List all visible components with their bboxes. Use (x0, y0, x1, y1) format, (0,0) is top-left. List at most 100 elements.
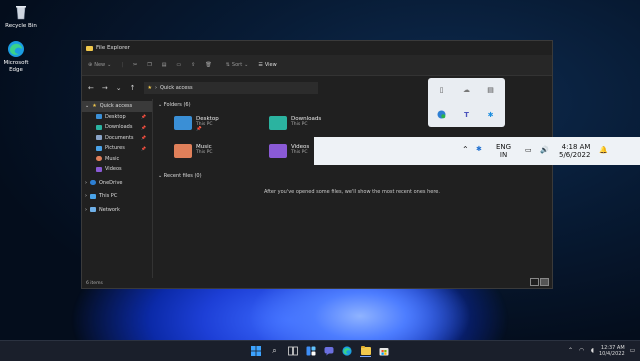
cut-icon[interactable]: ✂ (133, 62, 137, 68)
nav-label: This PC (99, 193, 118, 200)
nav-item-network[interactable]: › Network (82, 205, 152, 216)
view-button[interactable]: ☰ View (258, 62, 276, 68)
copy-icon[interactable]: ❐ (147, 62, 151, 68)
desktop-folder-icon (96, 114, 102, 120)
paste-icon[interactable]: ▤ (162, 62, 167, 68)
pin-icon: 📌 (141, 135, 146, 141)
volume-icon[interactable]: 🔊 (540, 146, 549, 154)
search-icon[interactable]: ⌕ (269, 345, 280, 356)
network-icon[interactable]: ▭ (525, 146, 532, 154)
pin-icon: 📌 (141, 124, 146, 130)
folder-icon (86, 45, 93, 51)
clock[interactable]: 4:18 AM 5/6/2022 (559, 143, 590, 159)
system-tray-zoom: ⌃ ✱ ENG IN ▭ 🔊 4:18 AM 5/6/2022 🔔 (314, 137, 640, 165)
nav-label: Music (105, 155, 120, 162)
notification-bell-icon[interactable]: 🔔 (599, 146, 608, 154)
language-indicator[interactable]: ENG IN (496, 143, 511, 159)
edge-label: Microsoft Edge (3, 60, 29, 73)
bluetooth-icon[interactable]: ✱ (485, 109, 496, 120)
start-button[interactable] (250, 345, 261, 356)
nav-label: Pictures (105, 145, 125, 152)
nav-label: OneDrive (99, 179, 123, 186)
tiles-view-icon[interactable] (540, 278, 549, 286)
edge-desktop-icon[interactable]: Microsoft Edge (0, 40, 37, 74)
file-explorer-taskbar-icon[interactable] (360, 345, 371, 357)
window-title: File Explorer (96, 45, 130, 51)
view-label: View (264, 62, 277, 68)
security-shield-icon[interactable] (436, 109, 447, 120)
folder-tile-desktop[interactable]: Desktop This PC 📌 (174, 116, 219, 132)
nav-item-quick-access[interactable]: ⌄ ★ Quick access (82, 101, 152, 112)
folder-tile-downloads[interactable]: Downloads This PC (269, 116, 321, 130)
task-view-icon[interactable] (287, 345, 298, 356)
up-icon[interactable]: ↑ (130, 84, 136, 92)
expand-chevron-icon: › (85, 179, 87, 186)
show-hidden-icons-chevron-icon[interactable]: ⌃ (462, 145, 469, 154)
folder-tile-music[interactable]: Music This PC (174, 144, 212, 158)
details-view-icon[interactable] (530, 278, 539, 286)
show-hidden-icons-icon[interactable]: ⌃ (565, 345, 576, 356)
desktop-folder-icon (174, 116, 192, 130)
rename-icon[interactable]: ▭ (176, 62, 181, 68)
taskbar-clock[interactable]: 12:37 AM 10/4/2022 (599, 345, 625, 357)
taskbar: ⌕ ⌃ ◠ ◖ 12:37 AM 10/4/2022 ▭ (0, 340, 640, 361)
hidden-icons-flyout: ▯ ☁ ▤ T ✱ (428, 78, 505, 127)
microsoft-store-icon[interactable] (378, 345, 389, 356)
nav-item-pictures[interactable]: Pictures 📌 (82, 143, 152, 154)
address-bar[interactable]: ★ › Quick access (143, 82, 318, 94)
sort-button[interactable]: ⇅ Sort ⌄ (226, 62, 249, 68)
music-icon (96, 156, 102, 162)
expand-chevron-icon: ⌄ (85, 103, 90, 110)
videos-folder-icon (269, 144, 287, 158)
breadcrumb-chevron-icon: › (154, 85, 157, 91)
new-button[interactable]: ⊕ New ⌄ (88, 62, 111, 68)
window-titlebar[interactable]: File Explorer (82, 41, 552, 55)
chat-icon[interactable] (323, 345, 334, 356)
status-bar-count: 6 items (86, 281, 103, 286)
recycle-bin-label: Recycle Bin (5, 23, 37, 29)
star-icon: ★ (147, 85, 152, 91)
chevron-down-icon: ⌄ (107, 62, 112, 68)
edge-taskbar-icon[interactable] (341, 345, 352, 356)
plus-circle-icon: ⊕ (88, 62, 93, 68)
forward-icon[interactable]: → (102, 84, 108, 92)
nav-label: Quick access (99, 103, 133, 110)
onedrive-icon[interactable]: ☁ (461, 84, 472, 95)
display-adapter-icon[interactable]: ▤ (485, 84, 496, 95)
navigation-pane: ⌄ ★ Quick access Desktop 📌 Downloads 📌 D… (82, 99, 153, 278)
region-code: IN (499, 151, 508, 159)
wifi-icon[interactable]: ◠ (576, 345, 587, 356)
share-icon[interactable]: ⇪ (191, 62, 195, 68)
command-bar: ⊕ New ⌄ | ✂ ❐ ▤ ▭ ⇪ 🗑 ⇅ Sort ⌄ ☰ View (82, 55, 552, 76)
folder-tile-videos[interactable]: Videos This PC (269, 144, 309, 158)
nav-item-downloads[interactable]: Downloads 📌 (82, 122, 152, 133)
nav-item-desktop[interactable]: Desktop 📌 (82, 112, 152, 123)
windows-logo-icon (250, 345, 261, 356)
folder-location: This PC (196, 150, 213, 155)
collapse-chevron-icon: ⌄ (158, 173, 163, 179)
recent-header[interactable]: ⌄ Recent files (0) (158, 173, 202, 179)
videos-icon (96, 166, 102, 172)
cloud-icon (90, 180, 96, 186)
recycle-bin-desktop-icon[interactable]: Recycle Bin (0, 3, 42, 30)
folder-location: This PC (291, 122, 308, 127)
notification-icon[interactable]: ▭ (627, 345, 638, 356)
recent-chevron-icon[interactable]: ⌄ (116, 84, 122, 92)
nav-item-music[interactable]: Music (82, 154, 152, 165)
divider: | (121, 62, 123, 68)
back-icon[interactable]: ← (88, 84, 94, 92)
bluetooth-icon[interactable]: ✱ (476, 145, 482, 153)
usb-drive-icon[interactable]: ▯ (436, 84, 447, 95)
folders-header[interactable]: ⌄ Folders (6) (158, 102, 191, 108)
nav-item-onedrive[interactable]: › OneDrive (82, 178, 152, 189)
new-label: New (94, 62, 106, 68)
nav-item-this-pc[interactable]: › This PC (82, 191, 152, 202)
nav-item-videos[interactable]: Videos (82, 164, 152, 175)
delete-icon[interactable]: 🗑 (205, 62, 211, 68)
nav-item-documents[interactable]: Documents 📌 (82, 133, 152, 144)
teams-icon[interactable]: T (461, 109, 472, 120)
folder-location: This PC (291, 150, 308, 155)
widgets-icon[interactable] (305, 345, 316, 356)
music-folder-icon (174, 144, 192, 158)
volume-icon[interactable]: ◖ (587, 345, 598, 356)
